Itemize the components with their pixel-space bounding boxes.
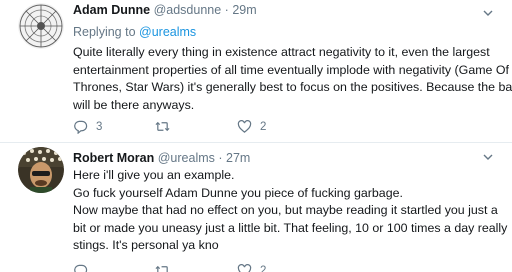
tweet-content: Robert Moran @urealms · 27m Here i'll gi… xyxy=(73,151,508,255)
display-name[interactable]: Robert Moran xyxy=(73,151,154,165)
like-button[interactable]: 2 xyxy=(237,263,319,272)
replying-to-mention[interactable]: @urealms xyxy=(139,25,196,39)
retweet-icon xyxy=(155,121,170,132)
like-count: 2 xyxy=(260,264,267,272)
separator: · xyxy=(218,151,223,165)
tweet-text-line: Quite literally every thing in existence… xyxy=(73,45,490,59)
retweet-button[interactable] xyxy=(155,263,237,272)
heart-icon xyxy=(237,264,252,272)
tweet-actions: 3 2 xyxy=(73,119,319,134)
retweet-icon xyxy=(155,265,169,272)
replying-to-label: Replying to xyxy=(73,25,136,39)
tweet-robert-moran[interactable]: Robert Moran @urealms · 27m Here i'll gi… xyxy=(0,144,512,272)
user-handle[interactable]: @urealms xyxy=(158,151,215,165)
reply-count: 3 xyxy=(96,120,103,133)
tweet-adam-dunne[interactable]: Adam Dunne @adsdunne · 29m Replying to @… xyxy=(0,0,512,143)
tweet-text-line: Go fuck yourself Adam Dunne you piece of… xyxy=(73,185,403,200)
timestamp[interactable]: 27m xyxy=(226,151,250,165)
tweet-content: Adam Dunne @adsdunne · 29m Replying to @… xyxy=(73,3,512,114)
chevron-down-icon[interactable] xyxy=(482,6,494,18)
display-name[interactable]: Adam Dunne xyxy=(73,3,150,17)
tweet-text-line: stings. It's personal ya kno xyxy=(73,238,219,252)
tweet-text-line: entertainment properties of all time eve… xyxy=(73,62,509,77)
like-count: 2 xyxy=(260,120,267,133)
reply-icon xyxy=(74,264,88,272)
tweet-header: Adam Dunne @adsdunne · 29m xyxy=(73,3,498,18)
like-button[interactable]: 2 xyxy=(237,119,319,134)
tweet-actions: 2 xyxy=(73,263,319,272)
chevron-down-icon[interactable] xyxy=(482,150,494,162)
separator: · xyxy=(224,3,229,17)
tweet-text-line: Now maybe that had no effect on you, but… xyxy=(73,203,498,217)
reply-button[interactable]: 3 xyxy=(73,119,155,134)
replying-to: Replying to @urealms xyxy=(73,25,498,40)
heart-icon xyxy=(237,120,252,133)
avatar[interactable] xyxy=(18,147,64,193)
user-handle[interactable]: @adsdunne xyxy=(154,3,222,17)
tweet-header: Robert Moran @urealms · 27m xyxy=(73,151,498,166)
tweet-text: Quite literally every thing in existence… xyxy=(73,44,512,114)
tweet-text: Here i'll give you an example. Go fuck y… xyxy=(73,167,508,255)
avatar[interactable] xyxy=(18,3,64,49)
tweet-text-line: Thrones, Star Wars) it's generally best … xyxy=(73,80,512,94)
tweet-text-line: Here i'll give you an example. xyxy=(73,168,235,182)
timestamp[interactable]: 29m xyxy=(232,3,256,17)
reply-icon xyxy=(74,120,88,134)
tweet-text-line: bit or made you uneasy just a little bit… xyxy=(73,220,508,235)
retweet-button[interactable] xyxy=(155,119,237,134)
reply-button[interactable] xyxy=(73,263,155,272)
tweet-text-line: will be there anyways. xyxy=(73,97,195,112)
